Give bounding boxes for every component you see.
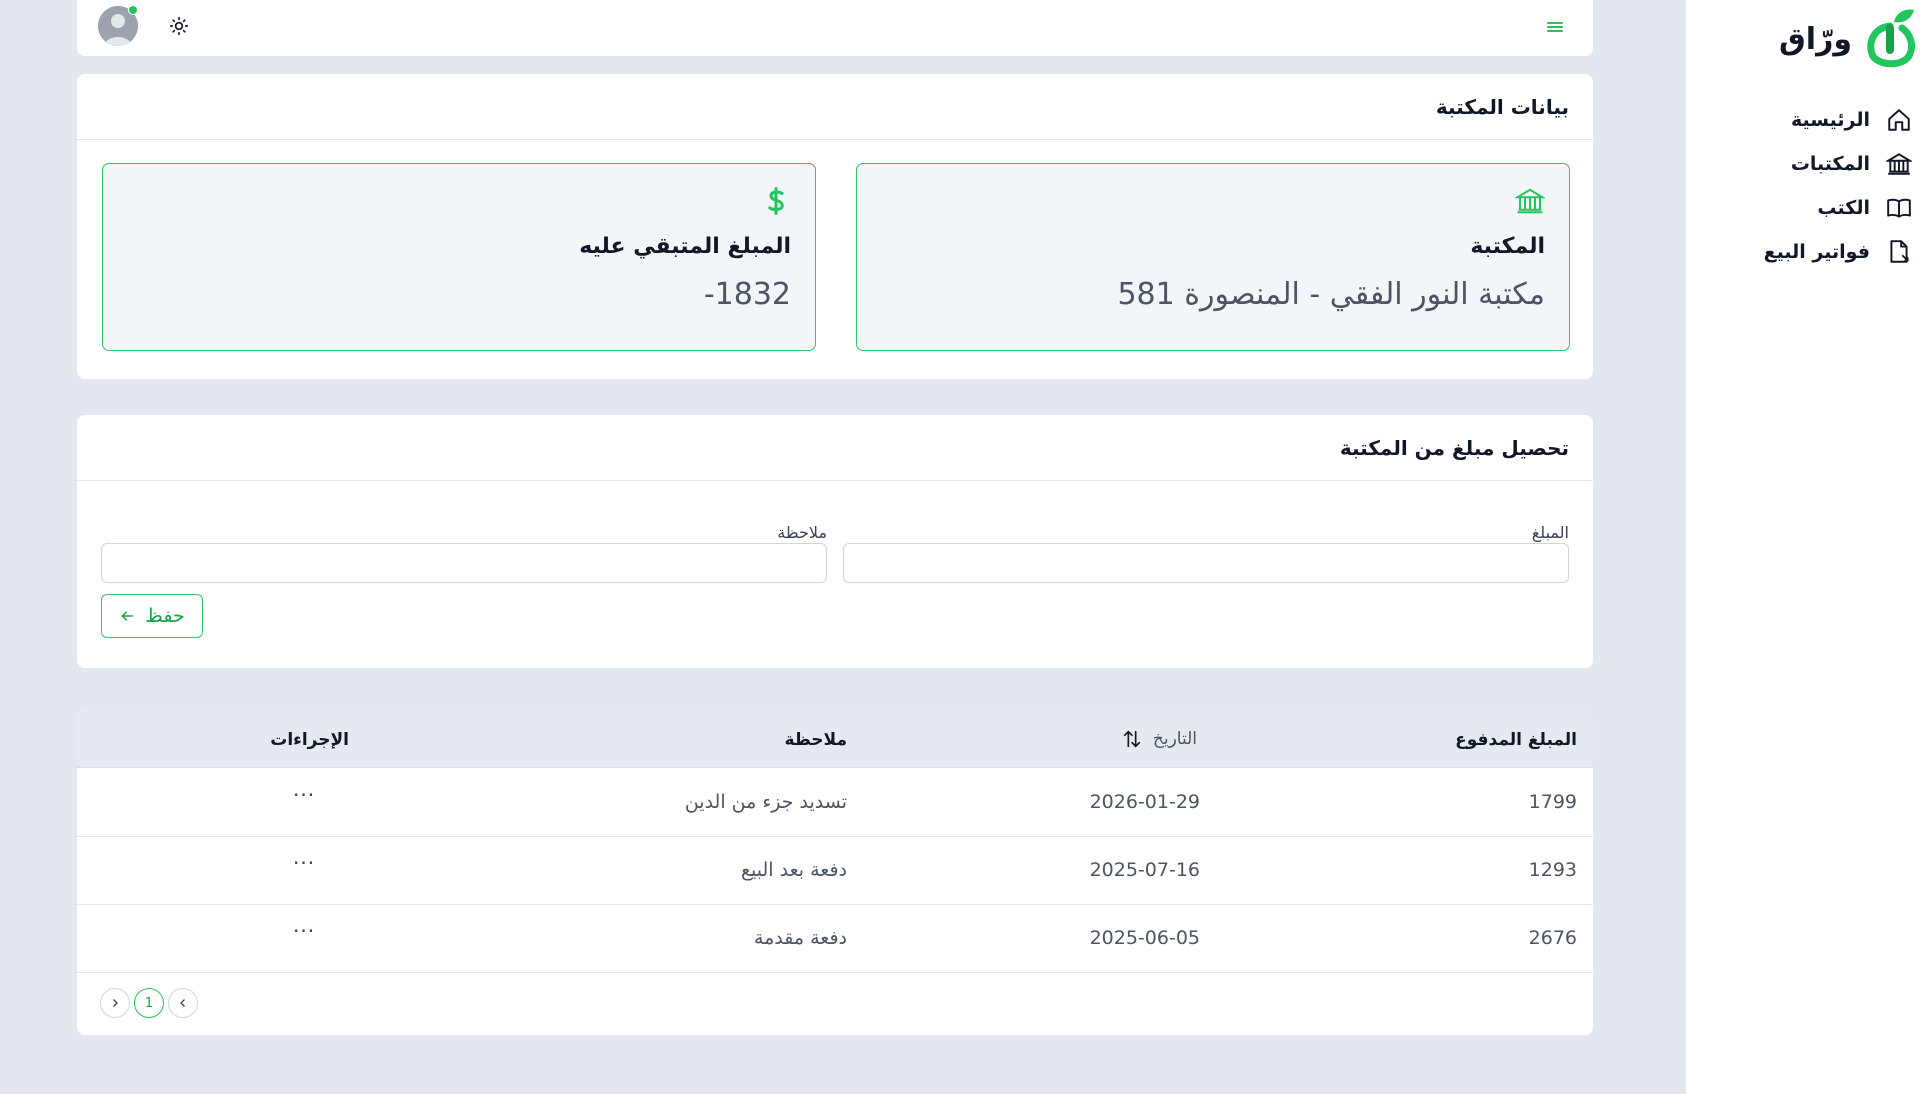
balance-label: المبلغ المتبقي عليه <box>579 234 791 259</box>
sidebar-nav: الرئيسية المكتبات الكتب فواتير البيع <box>1692 98 1912 274</box>
table-header: المبلغ المدفوع التاريخ ملاحظة الإجراءات <box>77 710 1593 768</box>
amount-label: المبلغ <box>1531 523 1569 542</box>
brand-name: ورّاق <box>1778 21 1853 57</box>
sun-icon[interactable] <box>169 16 189 36</box>
prev-page-button[interactable] <box>168 988 198 1018</box>
hamburger-icon[interactable] <box>1543 15 1567 39</box>
logo[interactable]: ورّاق <box>1779 6 1916 72</box>
cell-date: 2025-06-05 <box>1089 927 1200 949</box>
cell-note: دفعة بعد البيع <box>740 859 847 881</box>
sidebar-item-label: المكتبات <box>1790 153 1870 175</box>
book-icon <box>1887 198 1911 218</box>
header-date[interactable]: التاريخ <box>1121 728 1197 750</box>
logo-icon <box>1867 9 1916 68</box>
cell-date: 2026-01-29 <box>1089 791 1200 813</box>
row-actions-button[interactable]: ··· <box>293 783 315 807</box>
library-info-title: بيانات المكتبة <box>77 74 1593 140</box>
remaining-balance-card: المبلغ المتبقي عليه 1832- <box>102 163 816 351</box>
library-label: المكتبة <box>1470 234 1545 259</box>
bank-icon <box>1513 188 1547 214</box>
cell-amount: 1799 <box>1528 791 1577 813</box>
online-status-dot <box>128 5 138 15</box>
collect-form: المبلغ ملاحظة حفظ <box>77 481 1593 668</box>
topbar <box>77 0 1593 56</box>
sort-icon <box>1123 730 1141 748</box>
header-note: ملاحظة <box>784 730 847 750</box>
cell-amount: 2676 <box>1528 927 1577 949</box>
payments-table: المبلغ المدفوع التاريخ ملاحظة الإجراءات … <box>77 710 1593 1035</box>
header-date-label: التاريخ <box>1152 729 1197 749</box>
dollar-icon <box>768 187 784 215</box>
sidebar-item-home[interactable]: الرئيسية <box>1692 98 1912 142</box>
save-button[interactable]: حفظ <box>101 594 203 638</box>
next-page-button[interactable] <box>100 988 130 1018</box>
sidebar: ورّاق الرئيسية المكتبات الكتب فواتير الب… <box>1686 0 1930 1094</box>
bank-icon <box>1886 153 1912 175</box>
table-row: 1799 2026-01-29 تسديد جزء من الدين ··· <box>77 769 1593 837</box>
document-icon <box>1890 240 1909 263</box>
cell-date: 2025-07-16 <box>1089 859 1200 881</box>
note-input[interactable] <box>101 543 827 583</box>
pagination: 1 <box>100 988 198 1018</box>
chevron-right-icon <box>113 999 118 1007</box>
library-info-card: بيانات المكتبة المكتبة مكتبة النور الفقي… <box>77 74 1593 379</box>
save-button-label: حفظ <box>145 605 185 627</box>
collect-form-title: تحصيل مبلغ من المكتبة <box>77 415 1593 481</box>
user-avatar[interactable] <box>98 5 138 46</box>
header-amount: المبلغ المدفوع <box>1455 730 1577 750</box>
sidebar-item-label: الكتب <box>1817 197 1870 219</box>
sidebar-item-label: الرئيسية <box>1791 109 1870 131</box>
library-name-card: المكتبة مكتبة النور الفقي - المنصورة 581 <box>856 163 1570 351</box>
row-actions-button[interactable]: ··· <box>293 919 315 943</box>
cell-note: تسديد جزء من الدين <box>684 791 847 813</box>
table-row: 2676 2025-06-05 دفعة مقدمة ··· <box>77 905 1593 973</box>
sidebar-item-sales-invoices[interactable]: فواتير البيع <box>1692 230 1912 274</box>
balance-value: 1832- <box>703 277 791 312</box>
collect-payment-card: تحصيل مبلغ من المكتبة المبلغ ملاحظة حفظ <box>77 415 1593 668</box>
cell-note: دفعة مقدمة <box>753 927 847 949</box>
page-number-button[interactable]: 1 <box>134 988 164 1018</box>
library-name: مكتبة النور الفقي - المنصورة 581 <box>1117 277 1545 312</box>
arrow-left-icon <box>121 611 134 621</box>
sidebar-item-label: فواتير البيع <box>1763 241 1870 263</box>
chevron-left-icon <box>180 999 185 1007</box>
note-label: ملاحظة <box>777 523 827 542</box>
row-actions-button[interactable]: ··· <box>293 851 315 875</box>
cell-amount: 1293 <box>1528 859 1577 881</box>
table-row: 1293 2025-07-16 دفعة بعد البيع ··· <box>77 837 1593 905</box>
sidebar-item-books[interactable]: الكتب <box>1692 186 1912 230</box>
sidebar-item-libraries[interactable]: المكتبات <box>1692 142 1912 186</box>
amount-input[interactable] <box>843 543 1569 583</box>
header-actions: الإجراءات <box>270 730 349 750</box>
home-icon <box>1888 109 1910 131</box>
